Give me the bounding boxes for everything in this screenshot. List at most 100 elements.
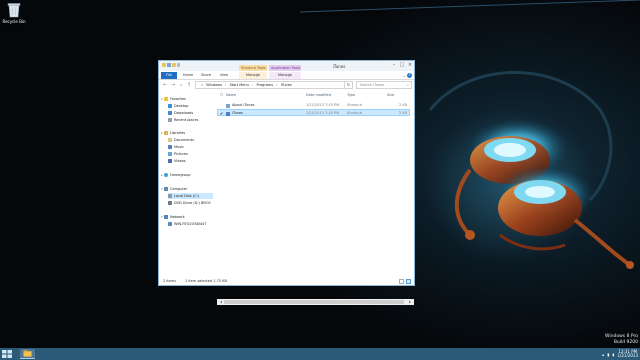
file-explorer-taskbar-button[interactable] bbox=[20, 349, 35, 359]
search-input[interactable]: Search iTunes ⌕ bbox=[356, 81, 412, 89]
breadcrumb-programs[interactable]: Programs bbox=[257, 83, 274, 87]
network-status-icon[interactable]: ▮ bbox=[607, 352, 609, 357]
nav-favorites[interactable]: ▾ Favorites bbox=[161, 96, 186, 102]
breadcrumb-windows[interactable]: Windows bbox=[206, 83, 222, 87]
nav-dvd-drive-label: DVD Drive (D:) BROC bbox=[174, 201, 212, 205]
selection-info: 1 item selected 1.75 KB bbox=[185, 279, 227, 283]
column-size[interactable]: Size bbox=[387, 93, 394, 97]
search-icon[interactable]: ⌕ bbox=[407, 82, 409, 88]
back-button[interactable]: ← bbox=[162, 82, 168, 88]
window-title: iTunes bbox=[332, 64, 346, 69]
nav-local-disk[interactable]: Local Disk (C:) bbox=[168, 193, 213, 199]
file-date: 1/21/2013 7:43 PM bbox=[306, 111, 340, 115]
close-button[interactable]: × bbox=[407, 62, 413, 68]
select-all-checkbox[interactable]: ☐ bbox=[220, 93, 223, 97]
file-size: 2 KB bbox=[399, 111, 408, 115]
explorer-window: Shortcut Tools Application Tools iTunes … bbox=[158, 60, 415, 305]
forward-button[interactable]: → bbox=[170, 82, 176, 88]
file-name: About iTunes bbox=[232, 103, 255, 107]
nav-computer[interactable]: ▾ Computer bbox=[161, 186, 187, 192]
recycle-bin-shortcut[interactable]: Recycle Bin bbox=[2, 2, 26, 24]
maximize-button[interactable]: □ bbox=[399, 62, 405, 68]
nav-libraries-label: Libraries bbox=[170, 131, 186, 135]
breadcrumb-separator-icon: › bbox=[225, 83, 227, 87]
nav-pictures[interactable]: Pictures bbox=[168, 151, 188, 157]
watermark-build: Build 9200 bbox=[613, 339, 638, 345]
show-hidden-icons-icon[interactable]: ▴ bbox=[602, 352, 604, 357]
nav-documents[interactable]: Documents bbox=[168, 137, 194, 143]
nav-libraries[interactable]: ▾ Libraries bbox=[161, 130, 185, 136]
nav-downloads[interactable]: Downloads bbox=[168, 110, 193, 116]
taskbar: ▴ ▮ ◖ 12:31 PM 1/21/2013 bbox=[0, 348, 640, 360]
nav-music[interactable]: Music bbox=[168, 144, 184, 150]
refresh-button[interactable]: ↻ bbox=[345, 81, 353, 89]
expand-ribbon-icon[interactable]: ⌄ bbox=[403, 73, 406, 78]
build-watermark: Windows 8 Pro Build 9200 bbox=[605, 334, 638, 345]
file-name: iTunes bbox=[232, 111, 243, 115]
quick-access-toolbar bbox=[162, 63, 180, 67]
nav-dvd-drive[interactable]: DVD Drive (D:) BROC bbox=[168, 200, 211, 206]
column-date-modified[interactable]: Date modified bbox=[306, 93, 331, 97]
tab-file[interactable]: File bbox=[161, 72, 177, 79]
content-area: ▾ Favorites Desktop Downloads Recent pla… bbox=[159, 91, 414, 305]
tab-home[interactable]: Home bbox=[181, 72, 195, 79]
column-type[interactable]: Type bbox=[347, 93, 355, 97]
recent-locations-button[interactable]: ▾ bbox=[178, 82, 184, 88]
dvd-icon bbox=[168, 201, 172, 205]
help-icon[interactable]: ? bbox=[407, 73, 412, 78]
start-button[interactable] bbox=[1, 349, 13, 359]
title-bar[interactable]: Shortcut Tools Application Tools iTunes … bbox=[159, 61, 414, 71]
folder-icon: « bbox=[201, 83, 204, 87]
ribbon-tabs: File Home Share View Manage Manage ⌄ ? bbox=[159, 71, 414, 80]
tab-view[interactable]: View bbox=[217, 72, 231, 79]
nav-videos-label: Videos bbox=[174, 159, 186, 163]
large-icons-view-button[interactable] bbox=[406, 279, 411, 284]
nav-videos[interactable]: Videos bbox=[168, 158, 186, 164]
tab-manage-application[interactable]: Manage bbox=[269, 72, 301, 79]
properties-icon[interactable] bbox=[167, 63, 171, 67]
file-type: Shortcut bbox=[347, 111, 362, 115]
system-tray: ▴ ▮ ◖ 12:31 PM 1/21/2013 bbox=[602, 348, 638, 360]
nav-network-pc-label: WIN-FEO2OS8I447 bbox=[174, 222, 207, 226]
file-list: ☐ Name Date modified Type Size About iTu… bbox=[217, 91, 414, 305]
nav-homegroup-label: Homegroup bbox=[170, 173, 191, 177]
search-placeholder: Search iTunes bbox=[360, 83, 385, 87]
nav-pictures-label: Pictures bbox=[174, 152, 188, 156]
file-row-itunes[interactable]: ✔ iTunes 1/21/2013 7:43 PM Shortcut 2 KB bbox=[217, 109, 410, 116]
customize-toolbar-icon[interactable] bbox=[177, 63, 180, 67]
details-view-button[interactable] bbox=[399, 279, 404, 284]
navigation-pane: ▾ Favorites Desktop Downloads Recent pla… bbox=[159, 91, 215, 277]
nav-network-pc[interactable]: WIN-FEO2OS8I447 bbox=[168, 221, 207, 227]
nav-homegroup[interactable]: ▸ Homegroup bbox=[161, 172, 191, 178]
tab-share[interactable]: Share bbox=[199, 72, 213, 79]
nav-desktop-label: Desktop bbox=[174, 104, 189, 108]
clock[interactable]: 12:31 PM 1/21/2013 bbox=[617, 349, 638, 359]
file-row-about-itunes[interactable]: About iTunes 1/21/2013 7:43 PM Shortcut … bbox=[217, 102, 410, 109]
address-bar-row: ← → ▾ ↑ « Windows › Start Menu › Program… bbox=[159, 80, 414, 91]
volume-icon[interactable]: ◖ bbox=[612, 352, 614, 357]
nav-desktop[interactable]: Desktop bbox=[168, 103, 188, 109]
nav-network-label: Network bbox=[170, 215, 185, 219]
music-icon bbox=[168, 145, 172, 149]
nav-recent-places[interactable]: Recent places bbox=[168, 117, 198, 123]
column-name[interactable]: Name bbox=[226, 93, 236, 97]
libraries-icon bbox=[164, 131, 168, 135]
new-folder-icon[interactable] bbox=[172, 63, 176, 67]
breadcrumb-start-menu[interactable]: Start Menu bbox=[230, 83, 249, 87]
tab-manage-shortcut[interactable]: Manage bbox=[239, 72, 267, 79]
nav-network[interactable]: ▾ Network bbox=[161, 214, 185, 220]
watermark-edition: Windows 8 Pro bbox=[605, 334, 638, 339]
recycle-bin-icon bbox=[7, 3, 21, 18]
breadcrumb-separator-icon: › bbox=[251, 83, 254, 87]
checkmark-icon[interactable]: ✔ bbox=[220, 111, 223, 116]
item-count: 2 items bbox=[163, 279, 177, 283]
breadcrumb-itunes[interactable]: iTunes bbox=[281, 83, 292, 87]
recent-places-icon bbox=[168, 118, 172, 122]
column-headers: ☐ Name Date modified Type Size bbox=[217, 91, 414, 99]
itunes-icon bbox=[226, 111, 230, 116]
minimize-button[interactable]: – bbox=[391, 62, 397, 68]
up-button[interactable]: ↑ bbox=[186, 82, 192, 88]
horizontal-scrollbar[interactable] bbox=[217, 299, 414, 305]
address-bar[interactable]: « Windows › Start Menu › Programs › iTun… bbox=[195, 81, 345, 89]
pictures-icon bbox=[168, 152, 172, 156]
